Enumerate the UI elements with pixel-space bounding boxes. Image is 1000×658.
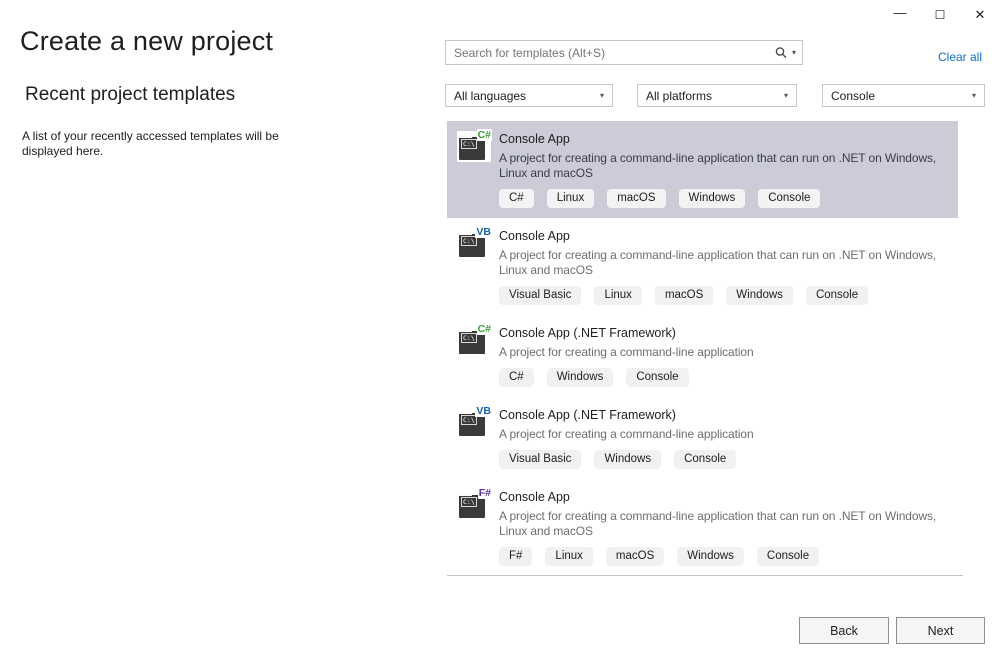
tag-list: Visual Basic Windows Console — [499, 450, 948, 469]
template-description: A project for creating a command-line ap… — [499, 248, 948, 278]
language-badge: VB — [475, 405, 492, 417]
minimize-icon: — — [894, 5, 907, 20]
template-item-console-app-netfw-vb[interactable]: C:\ VB Console App (.NET Framework) A pr… — [447, 397, 958, 479]
tag-list: C# Linux macOS Windows Console — [499, 189, 948, 208]
tag-linux[interactable]: Linux — [594, 286, 642, 305]
tag-console[interactable]: Console — [806, 286, 868, 305]
minimize-button[interactable]: — — [880, 0, 920, 29]
chevron-down-icon: ▾ — [600, 92, 604, 100]
tag-windows[interactable]: Windows — [677, 547, 744, 566]
template-item-console-app-netfw-csharp[interactable]: C:\ C# Console App (.NET Framework) A pr… — [447, 315, 958, 397]
window-controls: — ☐ ✕ — [880, 0, 1000, 29]
tag-fsharp[interactable]: F# — [499, 547, 532, 566]
project-type-filter-dropdown[interactable]: Console ▾ — [822, 84, 985, 107]
tag-linux[interactable]: Linux — [547, 189, 595, 208]
console-app-vb-icon: C:\ VB — [457, 407, 491, 438]
tag-macos[interactable]: macOS — [655, 286, 713, 305]
search-icon[interactable] — [774, 46, 788, 60]
template-description: A project for creating a command-line ap… — [499, 151, 948, 181]
back-button[interactable]: Back — [799, 617, 889, 644]
template-item-console-app-vb[interactable]: C:\ VB Console App A project for creatin… — [447, 218, 958, 315]
tag-console[interactable]: Console — [758, 189, 820, 208]
next-button[interactable]: Next — [896, 617, 985, 644]
template-title: Console App — [499, 132, 948, 146]
template-list: C:\ C# Console App A project for creatin… — [447, 121, 958, 576]
platform-filter-dropdown[interactable]: All platforms ▾ — [637, 84, 797, 107]
maximize-icon: ☐ — [935, 8, 946, 22]
language-badge: F# — [478, 487, 492, 499]
tag-windows[interactable]: Windows — [726, 286, 793, 305]
language-badge: C# — [477, 323, 492, 335]
tag-csharp[interactable]: C# — [499, 189, 534, 208]
tag-visual-basic[interactable]: Visual Basic — [499, 450, 581, 469]
footer-divider — [447, 575, 963, 576]
close-icon: ✕ — [975, 7, 986, 23]
language-filter-value: All languages — [454, 89, 526, 103]
console-app-csharp-icon: C:\ C# — [457, 325, 491, 356]
tag-list: Visual Basic Linux macOS Windows Console — [499, 286, 948, 305]
close-button[interactable]: ✕ — [960, 0, 1000, 29]
template-title: Console App — [499, 229, 948, 243]
template-item-console-app-fsharp[interactable]: C:\ F# Console App A project for creatin… — [447, 479, 958, 576]
tag-windows[interactable]: Windows — [594, 450, 661, 469]
search-box: ▾ — [445, 40, 803, 65]
chevron-down-icon: ▾ — [972, 92, 976, 100]
template-description: A project for creating a command-line ap… — [499, 509, 948, 539]
platform-filter-value: All platforms — [646, 89, 712, 103]
chevron-down-icon: ▾ — [784, 92, 788, 100]
project-type-filter-value: Console — [831, 89, 875, 103]
language-badge: C# — [477, 129, 492, 141]
filter-row: All languages ▾ All platforms ▾ Console … — [445, 84, 985, 107]
page-title: Create a new project — [20, 26, 273, 57]
console-app-fsharp-icon: C:\ F# — [457, 489, 491, 520]
tag-linux[interactable]: Linux — [545, 547, 593, 566]
template-title: Console App (.NET Framework) — [499, 326, 948, 340]
search-input[interactable] — [446, 41, 774, 64]
language-badge: VB — [475, 226, 492, 238]
tag-csharp[interactable]: C# — [499, 368, 534, 387]
language-filter-dropdown[interactable]: All languages ▾ — [445, 84, 613, 107]
recent-templates-hint: A list of your recently accessed templat… — [22, 129, 302, 159]
tag-console[interactable]: Console — [757, 547, 819, 566]
tag-macos[interactable]: macOS — [606, 547, 664, 566]
clear-all-link[interactable]: Clear all — [938, 50, 982, 64]
tag-windows[interactable]: Windows — [547, 368, 614, 387]
tag-console[interactable]: Console — [674, 450, 736, 469]
template-item-console-app-csharp[interactable]: C:\ C# Console App A project for creatin… — [447, 121, 958, 218]
terminal-prompt: C:\ — [461, 415, 477, 425]
template-title: Console App — [499, 490, 948, 504]
tag-console[interactable]: Console — [626, 368, 688, 387]
tag-windows[interactable]: Windows — [679, 189, 746, 208]
tag-list: F# Linux macOS Windows Console — [499, 547, 948, 566]
console-app-vb-icon: C:\ VB — [457, 228, 491, 259]
terminal-prompt: C:\ — [461, 497, 477, 507]
terminal-prompt: C:\ — [461, 139, 477, 149]
template-description: A project for creating a command-line ap… — [499, 345, 948, 360]
terminal-prompt: C:\ — [461, 333, 477, 343]
maximize-button[interactable]: ☐ — [920, 0, 960, 29]
template-title: Console App (.NET Framework) — [499, 408, 948, 422]
terminal-prompt: C:\ — [461, 236, 477, 246]
tag-list: C# Windows Console — [499, 368, 948, 387]
tag-macos[interactable]: macOS — [607, 189, 665, 208]
recent-templates-heading: Recent project templates — [25, 84, 235, 106]
search-options-caret-icon[interactable]: ▾ — [792, 49, 796, 57]
template-description: A project for creating a command-line ap… — [499, 427, 948, 442]
tag-visual-basic[interactable]: Visual Basic — [499, 286, 581, 305]
console-app-csharp-icon: C:\ C# — [457, 131, 491, 162]
